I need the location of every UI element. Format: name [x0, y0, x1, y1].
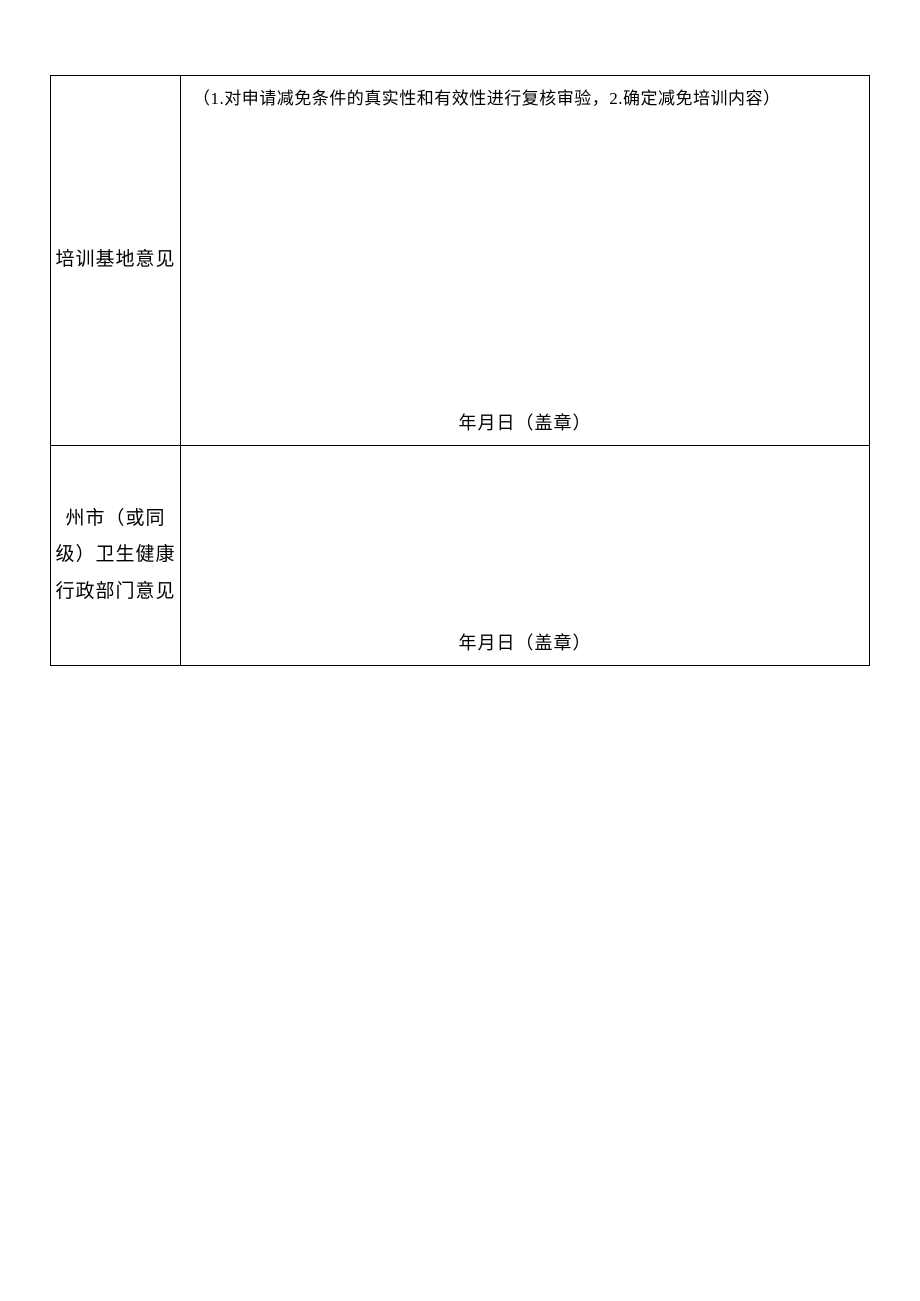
- training-base-label-cell: 培训基地意见: [51, 76, 181, 446]
- approval-form-table: 培训基地意见 （1.对申请减免条件的真实性和有效性进行复核审验，2.确定减免培训…: [50, 75, 870, 666]
- date-seal-line: 年月日（盖章）: [181, 409, 869, 435]
- health-dept-label: 州市（或同级）卫生健康行政部门意见: [51, 501, 180, 609]
- health-dept-label-cell: 州市（或同级）卫生健康行政部门意见: [51, 446, 181, 666]
- health-dept-content-cell: 年月日（盖章）: [181, 446, 870, 666]
- table-row: 州市（或同级）卫生健康行政部门意见 年月日（盖章）: [51, 446, 870, 666]
- training-base-label: 培训基地意见: [51, 242, 180, 278]
- training-base-content-cell: （1.对申请减免条件的真实性和有效性进行复核审验，2.确定减免培训内容） 年月日…: [181, 76, 870, 446]
- verification-note: （1.对申请减免条件的真实性和有效性进行复核审验，2.确定减免培训内容）: [181, 76, 869, 109]
- table-row: 培训基地意见 （1.对申请减免条件的真实性和有效性进行复核审验，2.确定减免培训…: [51, 76, 870, 446]
- date-seal-line: 年月日（盖章）: [181, 629, 869, 655]
